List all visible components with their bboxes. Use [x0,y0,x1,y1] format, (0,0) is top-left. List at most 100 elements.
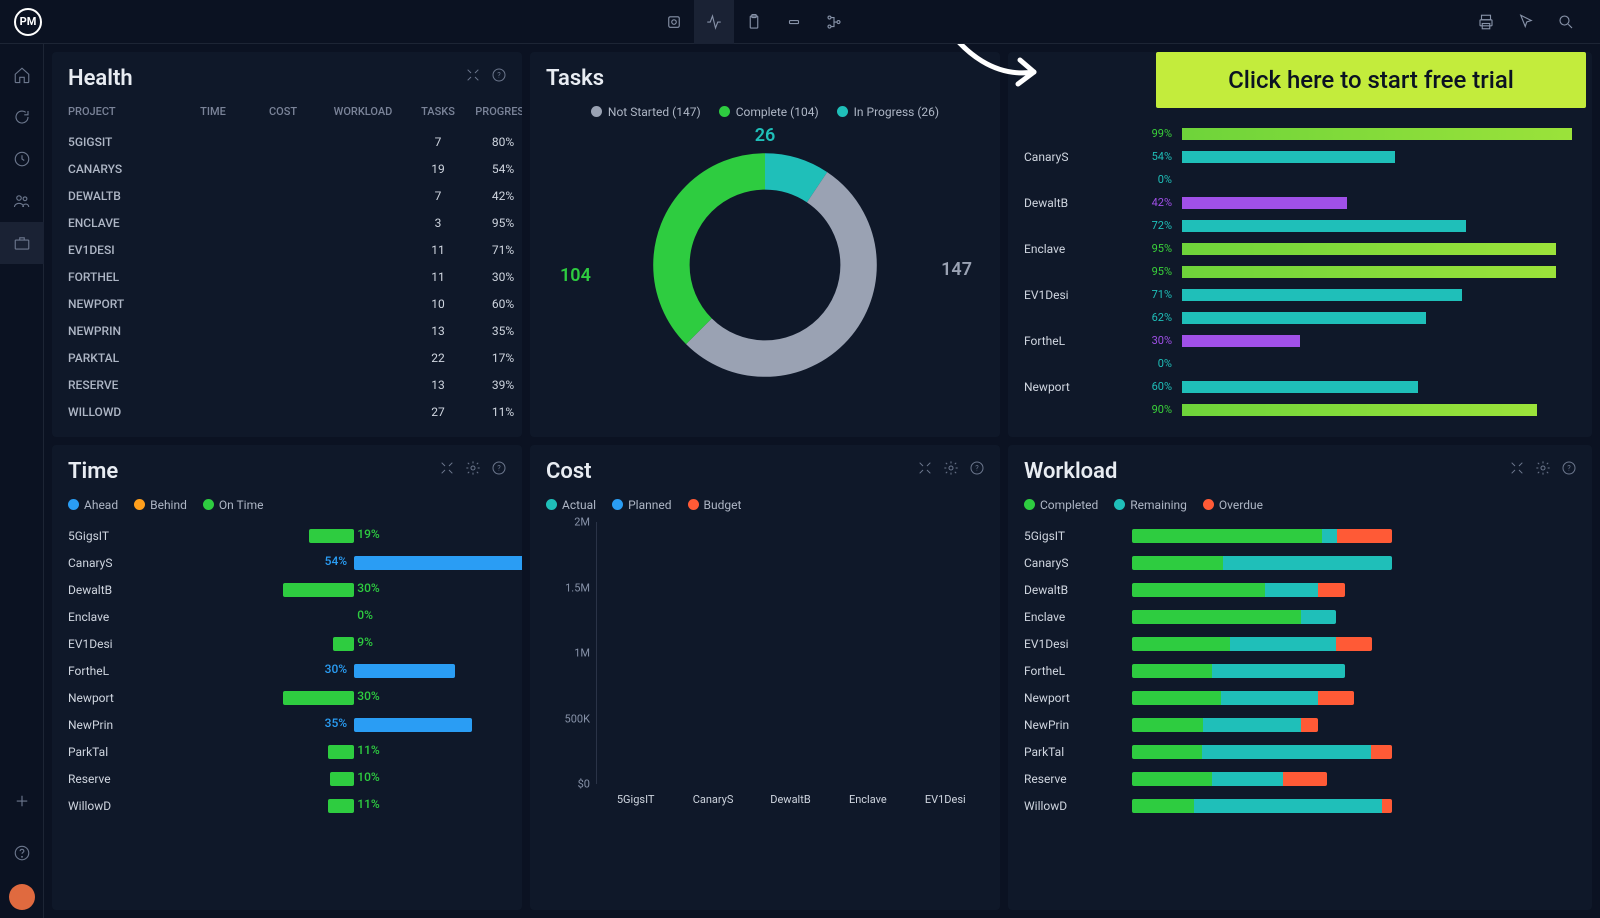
time-track: 0% [168,609,506,625]
activity-icon[interactable] [694,0,734,44]
workload-bar [1132,610,1336,624]
help-icon[interactable]: ? [490,459,508,477]
health-row[interactable]: DEWALTB 7 42% [68,182,506,209]
workload-seg-overdue [1371,745,1392,759]
progress-row: 95% [1024,260,1576,283]
health-progress: 54% [468,162,522,176]
sidebar [0,44,44,918]
health-progress: 17% [468,351,522,365]
plus-icon[interactable] [0,780,44,822]
time-track: 9% [168,636,506,652]
help-icon[interactable] [0,832,44,874]
cost-legend-item[interactable]: Budget [688,498,742,512]
progress-project: FortheL [1024,334,1134,348]
flow-icon[interactable] [814,0,854,44]
progress-row: EV1Desi 71% [1024,283,1576,306]
focus-icon[interactable] [654,0,694,44]
cost-legend-item[interactable]: Actual [546,498,596,512]
search-icon[interactable] [1546,0,1586,44]
time-project: NewPrin [68,718,168,732]
health-row[interactable]: RESERVE 13 39% [68,371,506,398]
workload-legend-item[interactable]: Completed [1024,498,1098,512]
tasks-legend-item[interactable]: Not Started (147) [591,105,701,119]
workload-bar [1132,637,1372,651]
cost-panel: Cost ? ActualPlannedBudget 2M1.5M1M500K$… [530,445,1000,910]
workload-seg-completed [1132,637,1230,651]
cost-ylabel: 1M [574,647,590,660]
health-tasks: 7 [408,135,468,149]
health-project: NEWPORT [68,297,178,311]
workload-seg-overdue [1301,718,1319,732]
tasks-legend-item[interactable]: In Progress (26) [837,105,939,119]
workload-bar [1132,799,1392,813]
cost-legend-item[interactable]: Planned [612,498,671,512]
help-icon[interactable]: ? [968,459,986,477]
health-row[interactable]: 5GIGSIT 7 80% [68,128,506,155]
workload-project: Newport [1024,691,1124,705]
minus-icon[interactable] [774,0,814,44]
tasks-legend-item[interactable]: Complete (104) [719,105,819,119]
time-project: FortheL [68,664,168,678]
workload-seg-remaining [1212,664,1345,678]
expand-icon[interactable] [916,459,934,477]
gear-icon[interactable] [464,459,482,477]
cost-xlabel: CanaryS [678,793,748,806]
progress-row: FortheL 30% [1024,329,1576,352]
health-row[interactable]: ENCLAVE 3 95% [68,209,506,236]
time-row: CanaryS 54% [68,549,506,576]
cost-xlabel: DewaltB [755,793,825,806]
avatar[interactable] [9,884,35,910]
health-panel: Health ? PROJECTTIMECOSTWORKLOADTASKSPRO… [52,52,522,437]
health-row[interactable]: WILLOWD 27 11% [68,398,506,425]
help-icon[interactable]: ? [490,66,508,84]
health-row[interactable]: CANARYS 19 54% [68,155,506,182]
time-track: 11% [168,798,506,814]
briefcase-icon[interactable] [0,222,44,264]
workload-seg-completed [1132,799,1194,813]
clock-icon[interactable] [0,138,44,180]
people-icon[interactable] [0,180,44,222]
workload-legend-item[interactable]: Remaining [1114,498,1187,512]
health-project: WILLOWD [68,405,178,419]
health-col-head: COST [248,105,318,118]
gear-icon[interactable] [942,459,960,477]
health-progress: 39% [468,378,522,392]
help-icon[interactable]: ? [1560,459,1578,477]
time-legend-item[interactable]: On Time [203,498,264,512]
workload-legend-item[interactable]: Overdue [1203,498,1263,512]
progress-pct: 90% [1138,403,1178,416]
expand-icon[interactable] [1508,459,1526,477]
expand-icon[interactable] [438,459,456,477]
health-row[interactable]: NEWPRIN 13 35% [68,317,506,344]
workload-project: Reserve [1024,772,1124,786]
progress-bar-seg [1182,243,1556,255]
health-row[interactable]: NEWPORT 10 60% [68,290,506,317]
health-progress: 95% [468,216,522,230]
cost-xlabel: Enclave [833,793,903,806]
workload-seg-remaining [1265,583,1318,597]
progress-row: 99% [1024,122,1576,145]
refresh-icon[interactable] [0,96,44,138]
progress-bar-seg [1182,335,1300,347]
workload-seg-remaining [1221,691,1319,705]
gear-icon[interactable] [1534,459,1552,477]
workload-bar [1132,529,1392,543]
cursor-icon[interactable] [1506,0,1546,44]
dashboard-content: Health ? PROJECTTIMECOSTWORKLOADTASKSPRO… [44,44,1600,918]
print-icon[interactable] [1466,0,1506,44]
cost-ylabel: $0 [578,778,590,791]
time-row: Enclave 0% [68,603,506,630]
time-legend-item[interactable]: Ahead [68,498,118,512]
start-free-trial-button[interactable]: Click here to start free trial [1156,52,1586,108]
clipboard-icon[interactable] [734,0,774,44]
workload-seg-overdue [1382,799,1392,813]
time-legend-item[interactable]: Behind [134,498,187,512]
expand-icon[interactable] [464,66,482,84]
app-logo[interactable]: PM [14,8,42,36]
home-icon[interactable] [0,54,44,96]
health-row[interactable]: FORTHEL 11 30% [68,263,506,290]
health-row[interactable]: PARKTAL 22 17% [68,344,506,371]
workload-seg-remaining [1322,529,1337,543]
health-row[interactable]: EV1DESI 11 71% [68,236,506,263]
workload-bar [1132,718,1318,732]
